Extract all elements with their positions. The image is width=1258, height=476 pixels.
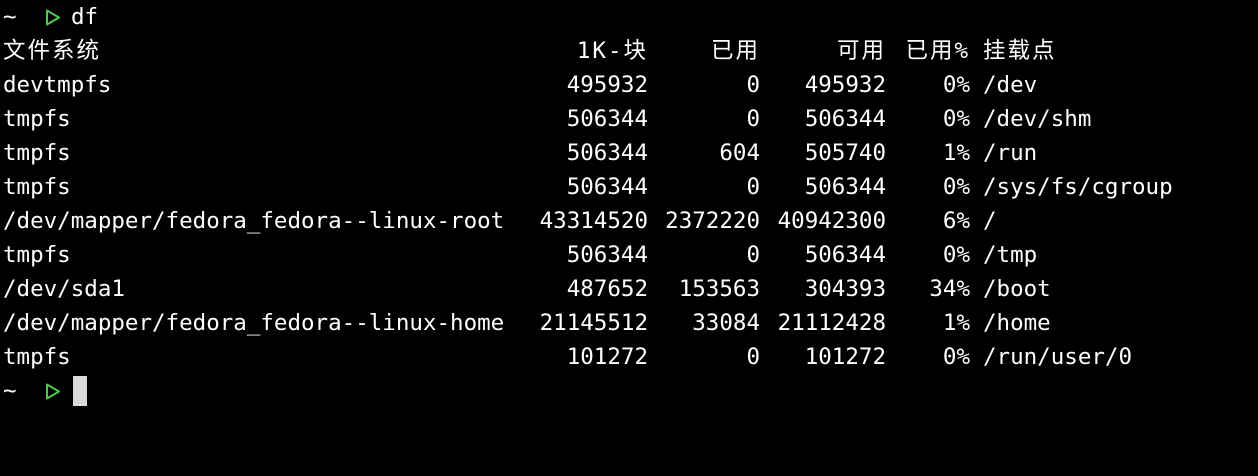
cell-available: 101272 xyxy=(804,344,886,370)
cell-used: 153563 xyxy=(678,276,760,302)
cell-available: 40942300 xyxy=(777,208,886,234)
cell-filesystem: tmpfs xyxy=(3,140,71,166)
cell-blocks: 506344 xyxy=(566,242,648,268)
cell-use-pct: 0% xyxy=(942,106,970,132)
cell-used: 2372220 xyxy=(665,208,760,234)
df-row: /dev/sda1 487652 153563 304393 34% /boot xyxy=(3,272,1258,306)
cell-used: 604 xyxy=(719,140,760,166)
cell-filesystem: /dev/mapper/fedora_fedora--linux-root xyxy=(3,208,505,234)
cell-used: 0 xyxy=(746,242,760,268)
cell-used: 33084 xyxy=(692,310,760,336)
cell-filesystem: /dev/mapper/fedora_fedora--linux-home xyxy=(3,310,505,336)
df-row: tmpfs 506344 0 506344 0% /dev/shm xyxy=(3,102,1258,136)
df-row: tmpfs 506344 0 506344 0% /tmp xyxy=(3,238,1258,272)
df-row: tmpfs 101272 0 101272 0% /run/user/0 xyxy=(3,340,1258,374)
df-row: tmpfs 506344 0 506344 0% /sys/fs/cgroup xyxy=(3,170,1258,204)
cell-use-pct: 0% xyxy=(942,344,970,370)
cell-available: 506344 xyxy=(804,174,886,200)
cell-mounted-on: /boot xyxy=(983,276,1051,302)
cell-blocks: 21145512 xyxy=(539,310,648,336)
cell-used: 0 xyxy=(746,106,760,132)
header-filesystem: 文件系统 xyxy=(3,38,102,64)
df-row: tmpfs 506344 604 505740 1% /run xyxy=(3,136,1258,170)
cell-available: 495932 xyxy=(804,72,886,98)
cell-filesystem: devtmpfs xyxy=(3,72,112,98)
cell-blocks: 506344 xyxy=(566,140,648,166)
prompt-arrow-icon xyxy=(43,374,65,408)
cell-filesystem: tmpfs xyxy=(3,344,71,370)
header-available: 可用 xyxy=(836,38,886,64)
cell-use-pct: 34% xyxy=(929,276,970,302)
cell-filesystem: tmpfs xyxy=(3,174,71,200)
cell-mounted-on: / xyxy=(983,208,997,234)
header-blocks: 1K-块 xyxy=(576,38,648,64)
cell-blocks: 506344 xyxy=(566,106,648,132)
cell-use-pct: 6% xyxy=(942,208,970,234)
df-header-row: 文件系统 1K-块 已用 可用 已用% 挂载点 xyxy=(3,34,1258,68)
prompt-tilde: ~ xyxy=(3,4,17,30)
cell-used: 0 xyxy=(746,174,760,200)
cell-mounted-on: /run/user/0 xyxy=(983,344,1133,370)
cell-available: 506344 xyxy=(804,242,886,268)
cell-mounted-on: /run xyxy=(983,140,1038,166)
header-use-pct: 已用% xyxy=(905,38,970,64)
cell-available: 21112428 xyxy=(777,310,886,336)
cell-mounted-on: /home xyxy=(983,310,1051,336)
header-mounted-on: 挂载点 xyxy=(983,38,1057,64)
cell-use-pct: 0% xyxy=(942,174,970,200)
command-prompt-line: ~ df xyxy=(3,0,1258,34)
cell-blocks: 43314520 xyxy=(539,208,648,234)
cell-blocks: 487652 xyxy=(566,276,648,302)
header-used: 已用 xyxy=(710,38,760,64)
cell-used: 0 xyxy=(746,344,760,370)
final-prompt-line[interactable]: ~ xyxy=(3,374,1258,408)
prompt-tilde: ~ xyxy=(3,378,17,404)
cell-mounted-on: /dev/shm xyxy=(983,106,1092,132)
cell-use-pct: 0% xyxy=(942,72,970,98)
command-text: df xyxy=(71,4,99,30)
cell-filesystem: /dev/sda1 xyxy=(3,276,125,302)
df-row: devtmpfs 495932 0 495932 0% /dev xyxy=(3,68,1258,102)
cell-available: 505740 xyxy=(804,140,886,166)
cell-blocks: 495932 xyxy=(566,72,648,98)
df-row: /dev/mapper/fedora_fedora--linux-root 433… xyxy=(3,204,1258,238)
cell-available: 506344 xyxy=(804,106,886,132)
cell-used: 0 xyxy=(746,72,760,98)
cell-mounted-on: /dev xyxy=(983,72,1038,98)
cell-mounted-on: /sys/fs/cgroup xyxy=(983,174,1173,200)
cell-use-pct: 1% xyxy=(942,310,970,336)
cell-blocks: 101272 xyxy=(566,344,648,370)
cell-available: 304393 xyxy=(804,276,886,302)
terminal-window[interactable]: ~ df 文件系统 1K-块 已用 可用 已用% 挂载点 devtmpfs 495… xyxy=(0,0,1258,410)
cell-use-pct: 1% xyxy=(942,140,970,166)
prompt-arrow-icon xyxy=(43,0,65,34)
text-cursor[interactable] xyxy=(73,376,87,406)
df-row: /dev/mapper/fedora_fedora--linux-home 211… xyxy=(3,306,1258,340)
cell-blocks: 506344 xyxy=(566,174,648,200)
cell-mounted-on: /tmp xyxy=(983,242,1038,268)
cell-filesystem: tmpfs xyxy=(3,106,71,132)
cell-use-pct: 0% xyxy=(942,242,970,268)
cell-filesystem: tmpfs xyxy=(3,242,71,268)
